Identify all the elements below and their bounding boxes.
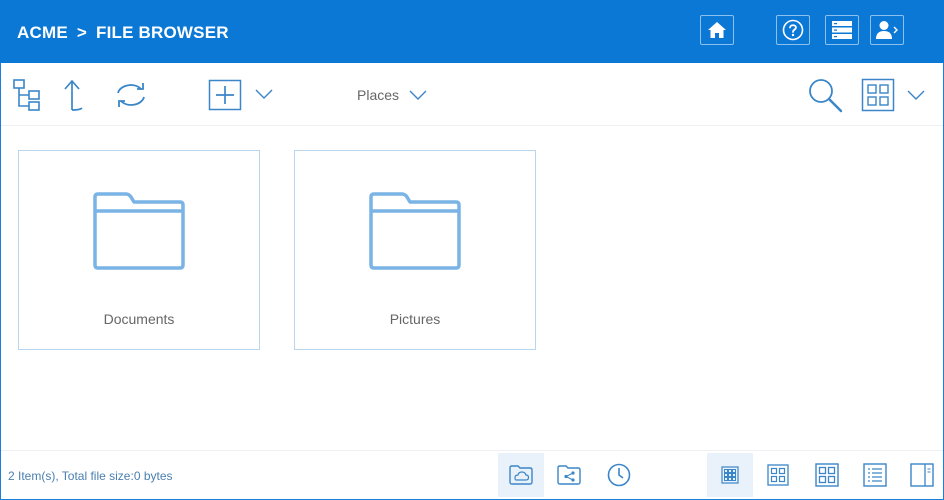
recent-button[interactable] — [596, 453, 642, 497]
refresh-icon — [117, 83, 145, 107]
grid-view-icon — [861, 78, 895, 112]
up-button[interactable] — [59, 77, 87, 113]
status-text: 2 Item(s), Total file size:0 bytes — [8, 469, 173, 483]
help-button[interactable] — [776, 15, 810, 45]
shared-folder-button[interactable] — [546, 453, 592, 497]
file-item-label: Pictures — [389, 311, 441, 327]
list-icon — [832, 21, 852, 39]
search-icon — [809, 79, 843, 113]
breadcrumb: ACME > FILE BROWSER — [17, 22, 229, 44]
large-grid-view-button[interactable] — [804, 453, 850, 497]
toolbar: Places — [1, 63, 943, 126]
status-bar: 2 Item(s), Total file size:0 bytes — [1, 450, 943, 499]
add-dropdown-button[interactable] — [253, 85, 275, 103]
file-item-documents[interactable]: Documents — [18, 150, 260, 350]
details-view-icon — [863, 463, 887, 487]
view-button[interactable] — [861, 78, 895, 112]
chevron-down-icon — [255, 89, 273, 99]
chevron-down-icon — [907, 90, 925, 100]
small-grid-view-icon — [721, 466, 739, 484]
home-icon — [708, 22, 726, 38]
folder-tree-icon — [13, 79, 40, 111]
preview-pane-icon — [910, 463, 934, 487]
small-grid-view-button[interactable] — [707, 453, 753, 497]
add-button[interactable] — [208, 79, 242, 111]
app-header: ACME > FILE BROWSER — [0, 0, 944, 63]
breadcrumb-root[interactable]: ACME — [17, 23, 68, 43]
large-grid-view-icon — [815, 463, 839, 487]
view-dropdown-button[interactable] — [905, 86, 927, 104]
file-item-label: Documents — [103, 311, 175, 327]
breadcrumb-separator: > — [76, 23, 87, 42]
user-button[interactable] — [870, 15, 904, 45]
folder-icon — [93, 192, 185, 270]
folder-tree-button[interactable] — [11, 77, 45, 113]
breadcrumb-current: FILE BROWSER — [96, 23, 229, 42]
medium-grid-view-button[interactable] — [755, 453, 801, 497]
chevron-down-icon — [409, 90, 427, 100]
places-dropdown[interactable]: Places — [357, 86, 427, 104]
help-icon — [782, 19, 804, 41]
add-icon — [208, 79, 242, 111]
cloud-folder-icon — [509, 465, 533, 485]
refresh-button[interactable] — [109, 78, 153, 112]
user-icon — [876, 21, 898, 39]
preview-pane-button[interactable] — [899, 453, 944, 497]
cloud-folder-button[interactable] — [498, 453, 544, 497]
places-label: Places — [357, 87, 400, 103]
file-list: Documents Pictures — [1, 126, 943, 448]
up-arrow-icon — [64, 79, 83, 111]
search-button[interactable] — [807, 77, 843, 113]
folder-icon — [369, 192, 461, 270]
medium-grid-view-icon — [767, 464, 789, 486]
details-view-button[interactable] — [852, 453, 898, 497]
file-item-pictures[interactable]: Pictures — [294, 150, 536, 350]
shared-folder-icon — [557, 465, 581, 485]
list-button[interactable] — [825, 15, 859, 45]
home-button[interactable] — [700, 15, 734, 45]
recent-icon — [607, 463, 631, 487]
